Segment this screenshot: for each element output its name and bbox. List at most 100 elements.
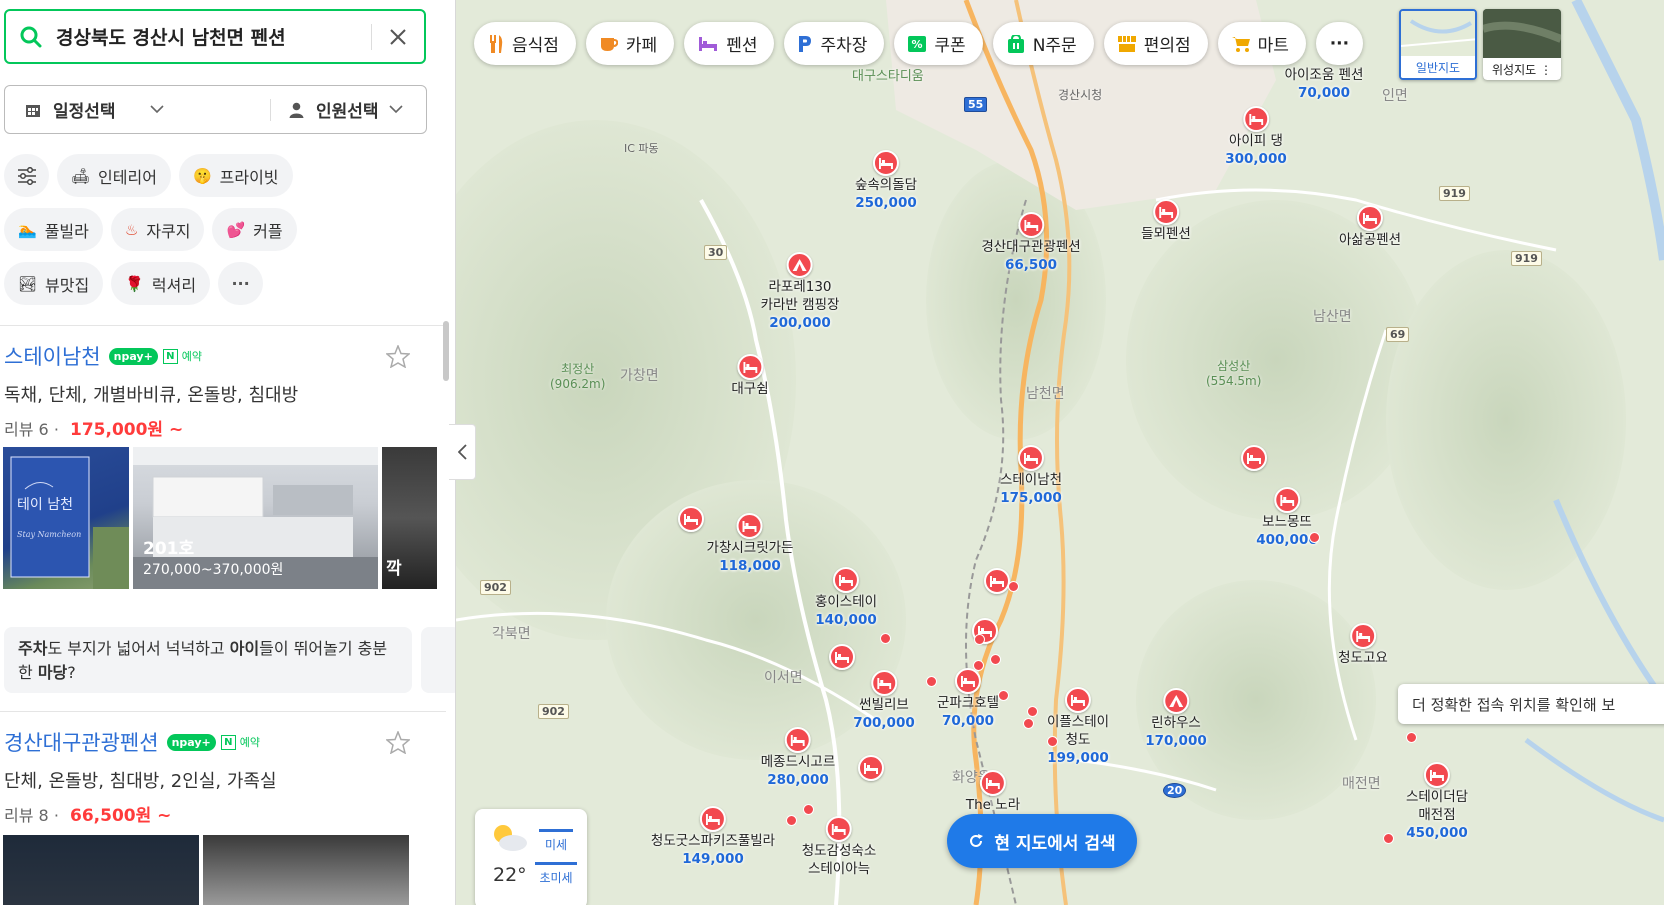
map-marker-dot[interactable] [1047,736,1058,747]
chip-interior[interactable]: 🛋 인테리어 [57,154,171,197]
category-coupon[interactable]: % 쿠폰 [894,22,983,65]
map-marker-dot[interactable] [1309,532,1320,543]
save-star-button[interactable] [385,343,411,372]
map-marker-dot[interactable] [990,654,1001,665]
chip-jacuzzi[interactable]: ♨ 자쿠지 [110,208,205,251]
map-poi[interactable]: 아이조움 펜션 70,000 [1285,66,1364,102]
schedule-select[interactable]: 일정선택 [5,86,270,133]
map-poi[interactable]: 가창시크릿가든 118,000 [707,513,793,575]
map-poi[interactable]: 라포레130 카라반 캠핑장 200,000 [761,252,839,332]
map-poi[interactable]: 대구쉼 [731,354,769,398]
map-poi[interactable]: 숲속의돌담 250,000 [855,150,917,212]
more-chips-button[interactable]: ··· [218,262,264,305]
poi-price: 66,500 [1004,257,1058,273]
weather-widget[interactable]: 22° 미세 초미세 [475,809,587,905]
more-categories-button[interactable]: ··· [1315,22,1363,65]
map-marker-dot[interactable] [1406,732,1417,743]
chip-private[interactable]: 🤫 프라이빗 [178,154,293,197]
refresh-icon [968,833,984,849]
map-marker-dot[interactable] [1383,833,1394,844]
map-marker-dot[interactable] [803,804,814,815]
map-poi[interactable]: 스테이더담 매전점 450,000 [1406,762,1468,842]
place-item[interactable]: 경산대구관광펜션 npay+ N 예약 단체, 온돌방, 침대방, 2인실, 가… [4,727,430,826]
search-input[interactable]: 경상북도 경산시 남천면 펜션 [56,23,371,50]
map-marker-dot[interactable] [926,676,937,687]
svg-text:%: % [912,38,923,51]
map-marker-dot[interactable] [880,633,891,644]
road-shield: 919 [1439,186,1470,201]
map-poi-pin[interactable] [858,755,884,781]
clear-search-button[interactable] [372,28,424,46]
map-marker-dot[interactable] [1023,718,1034,729]
map-poi[interactable]: 홍이스테이 140,000 [815,567,877,629]
bed-icon [980,770,1006,796]
map-poi[interactable]: 경산대구관광펜션 66,500 [981,212,1081,274]
chip-couple[interactable]: 💕 커플 [212,208,297,251]
place-item[interactable]: 스테이남천 npay+ N 예약 독채, 단체, 개별바비큐, 온돌방, 침대방… [4,341,430,440]
place-photo[interactable]: 테이 남천 Stay Namcheon [3,447,129,589]
location-tooltip[interactable]: 더 정확한 접속 위치를 확인해 보 [1398,684,1664,724]
map-poi-pin[interactable] [829,644,855,670]
bed-icon [1018,212,1044,238]
map-poi[interactable]: 들뫼펜션 [1141,199,1191,243]
map-marker-dot[interactable] [1008,581,1019,592]
category-norder[interactable]: N주문 [992,22,1094,65]
map-marker-dot[interactable] [998,690,1009,701]
review-snippet-next[interactable] [421,627,455,693]
category-pension[interactable]: 펜션 [684,22,775,65]
list-divider [0,711,446,712]
map-poi[interactable]: 메종드시고르 280,000 [761,727,835,789]
chip-view[interactable]: 🏞 뷰맛집 [4,262,104,305]
chip-label: 풀빌라 [44,221,89,241]
map-poi[interactable]: 이플스테이 청도 199,000 [1047,687,1109,767]
map-poi[interactable]: 군파크호텔 70,000 [937,668,999,730]
map-marker-dot[interactable] [786,815,797,826]
search-this-area-button[interactable]: 현 지도에서 검색 [947,814,1137,868]
map-marker-dot[interactable] [1027,706,1038,717]
chip-pool-villa[interactable]: 🏊 풀빌라 [4,208,103,251]
map-poi-pin[interactable] [1241,445,1267,471]
map-poi[interactable]: 청도고요 [1338,623,1388,667]
category-parking[interactable]: 주차장 [784,22,885,65]
poi-name: 청도감성숙소 스테이아늑 [801,843,877,877]
list-scrollbar[interactable] [443,321,449,381]
save-star-button[interactable] [385,729,411,758]
map-poi[interactable]: 스테이남천 175,000 [1000,445,1062,507]
people-select[interactable]: 인원선택 [271,86,426,133]
place-name[interactable]: 경산대구관광펜션 [4,727,159,757]
poi-name: 스테이남천 [999,472,1063,488]
satellite-map-button[interactable]: 위성지도 ⋮ [1483,9,1561,80]
review-snippet[interactable]: 주차도 부지가 넓어서 넉넉하고 아이들이 뛰어놀기 충분한 마당? [4,627,412,693]
map-poi[interactable]: 아삶공펜션 [1339,205,1401,249]
place-photo[interactable] [203,835,409,905]
map-poi[interactable]: 청도굿스파키즈풀빌라 149,000 [651,806,775,868]
bed-icon [1017,445,1044,471]
filter-settings-button[interactable] [4,154,49,197]
map-marker-dot[interactable] [973,660,984,671]
normal-map-button[interactable]: 일반지도 [1399,9,1477,80]
category-mart[interactable]: 마트 [1217,22,1306,65]
map-poi[interactable]: 썬빌리브 700,000 [853,670,915,732]
district-label: 인면 [1382,88,1408,104]
category-cafe[interactable]: 카페 [585,22,675,65]
place-name[interactable]: 스테이남천 [4,341,101,371]
chip-luxury[interactable]: 🌹 럭셔리 [111,262,211,305]
place-photo[interactable]: 깍 [382,447,437,589]
map-marker-dot[interactable] [974,634,985,645]
map-poi[interactable]: The 노라 [966,770,1020,814]
map-poi[interactable]: 아이피 댕 300,000 [1225,106,1287,168]
map[interactable]: 음식점 카페 펜션 주차장 % 쿠폰 N주문 편의점 마트 ··· 일반지도 위… [456,0,1664,905]
map-poi[interactable]: 린하우스 170,000 [1145,688,1207,750]
search-box[interactable]: 경상북도 경산시 남천면 펜션 [4,9,426,64]
collapse-panel-button[interactable] [449,424,476,480]
category-restaurant[interactable]: 음식점 [474,22,576,65]
map-poi-pin[interactable] [984,568,1010,594]
bed-icon [785,727,811,753]
place-photo[interactable] [3,835,199,905]
place-photo[interactable]: 201호 270,000~370,000원 [133,447,378,589]
category-convenience-store[interactable]: 편의점 [1103,22,1208,65]
meta-separator: · [53,420,59,439]
map-poi-pin[interactable] [678,506,704,532]
list-divider [0,325,446,326]
map-poi[interactable]: 청도감성숙소 스테이아늑 [801,816,877,878]
